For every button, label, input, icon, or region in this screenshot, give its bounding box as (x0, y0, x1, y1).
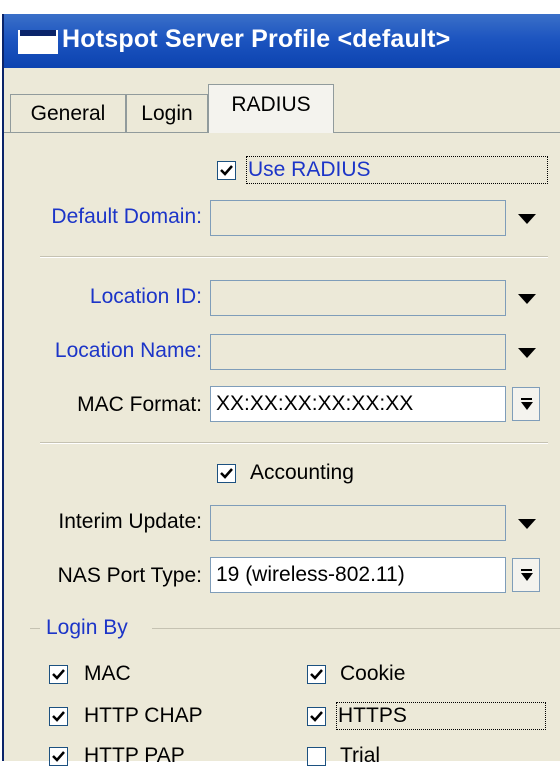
checkmark-icon (52, 669, 65, 680)
location-name-label: Location Name: (54, 339, 202, 362)
group-border (30, 628, 40, 629)
mac-format-field[interactable]: XX:XX:XX:XX:XX:XX (210, 386, 506, 422)
interim-update-label: Interim Update: (58, 510, 202, 533)
nas-port-type-dropdown-button[interactable] (512, 558, 540, 592)
login-https-label[interactable]: HTTPS (336, 702, 546, 730)
login-by-group-title: Login By (46, 616, 128, 639)
use-radius-checkbox[interactable] (217, 161, 236, 180)
location-id-field[interactable] (210, 280, 506, 316)
nas-port-type-field[interactable]: 19 (wireless-802.11) (210, 557, 506, 593)
tab-radius[interactable]: RADIUS (208, 84, 334, 133)
interim-update-field[interactable] (210, 505, 506, 541)
tab-general[interactable]: General (10, 94, 126, 132)
login-trial-label: Trial (340, 744, 381, 767)
group-border (152, 628, 560, 629)
login-http-pap-checkbox[interactable] (49, 747, 68, 766)
use-radius-label[interactable]: Use RADIUS (246, 156, 548, 184)
checkmark-icon (310, 711, 323, 722)
default-domain-label: Default Domain: (51, 205, 202, 228)
chevron-down-icon[interactable] (518, 214, 536, 224)
nas-port-type-label: NAS Port Type: (57, 564, 202, 587)
checkmark-icon (220, 165, 233, 176)
window-title: Hotspot Server Profile <default> (62, 25, 451, 53)
checkmark-icon (310, 669, 323, 680)
accounting-checkbox[interactable] (217, 464, 236, 483)
separator (40, 442, 548, 444)
location-name-field[interactable] (210, 334, 506, 370)
separator (40, 256, 548, 258)
checkmark-icon (52, 751, 65, 762)
login-cookie-label: Cookie (340, 662, 406, 685)
tab-login[interactable]: Login (126, 94, 208, 132)
checkmark-icon (52, 711, 65, 722)
login-mac-label: MAC (84, 662, 131, 685)
login-http-chap-label: HTTP CHAP (84, 704, 203, 727)
tab-strip: General Login RADIUS (4, 84, 560, 133)
login-trial-checkbox[interactable] (307, 747, 326, 766)
chevron-down-icon[interactable] (518, 519, 536, 529)
mac-format-dropdown-button[interactable] (512, 387, 540, 421)
dialog-window: Hotspot Server Profile <default> General… (2, 14, 560, 767)
login-cookie-checkbox[interactable] (307, 665, 326, 684)
checkmark-icon (220, 468, 233, 479)
accounting-label: Accounting (250, 461, 354, 484)
login-http-chap-checkbox[interactable] (49, 707, 68, 726)
login-https-checkbox[interactable] (307, 707, 326, 726)
chevron-down-icon[interactable] (518, 348, 536, 358)
login-mac-checkbox[interactable] (49, 665, 68, 684)
title-bar[interactable]: Hotspot Server Profile <default> (4, 14, 560, 68)
login-http-pap-label: HTTP PAP (84, 744, 185, 767)
window-icon (18, 30, 58, 54)
mac-format-label: MAC Format: (77, 393, 202, 416)
location-id-label: Location ID: (89, 285, 202, 308)
chevron-down-icon[interactable] (518, 294, 536, 304)
default-domain-field[interactable] (210, 200, 506, 236)
